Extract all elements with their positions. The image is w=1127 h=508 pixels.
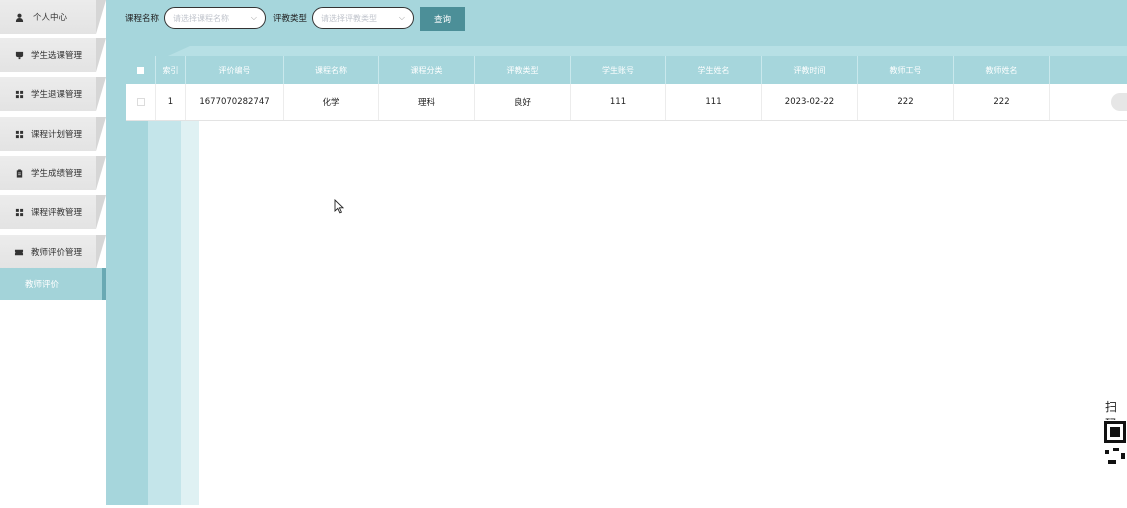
cell-teacher-id: 222 (858, 84, 954, 120)
ticket-icon (14, 247, 24, 257)
cell-student-name: 111 (666, 84, 762, 120)
course-name-label: 课程名称 (125, 14, 160, 24)
course-name-input[interactable] (173, 13, 253, 23)
trophy-icon (14, 50, 24, 60)
sidebar-item-label: 教师评价管理 (31, 248, 83, 258)
sidebar-item-course-selection[interactable]: 学生选课管理 (0, 38, 106, 72)
sidebar-item-course-evaluation[interactable]: 课程评教管理 (0, 195, 106, 229)
chevron-down-icon: ⌵ (398, 13, 405, 22)
sidebar-item-label: 课程计划管理 (31, 130, 83, 140)
sidebar-item-label: 学生选课管理 (31, 51, 83, 61)
table-body-area (199, 120, 1127, 505)
sidebar-item-course-plan[interactable]: 课程计划管理 (0, 117, 106, 151)
col-course-category: 课程分类 (379, 56, 475, 84)
mouse-cursor-icon (334, 198, 345, 217)
table-row[interactable]: 1 1677070282747 化学 理科 良好 111 111 2023-02… (126, 84, 1127, 121)
eval-type-input[interactable] (321, 13, 401, 23)
col-student-name: 学生姓名 (666, 56, 762, 84)
cell-index: 1 (156, 84, 186, 120)
sidebar-item-label: 学生退课管理 (31, 90, 83, 100)
cell-course-category: 理科 (379, 84, 475, 120)
cell-teacher-name: 222 (954, 84, 1050, 120)
cell-eval-id: 1677070282747 (186, 84, 284, 120)
sidebar-subitem-teacher-evaluation[interactable]: 教师评价 (0, 268, 106, 300)
eval-type-select[interactable]: ⌵ (312, 7, 414, 29)
grid-icon (14, 207, 24, 217)
select-all-checkbox[interactable] (126, 56, 156, 84)
sidebar-item-label: 课程评教管理 (31, 208, 83, 218)
sidebar-subitem-label: 教师评价 (25, 280, 60, 290)
sidebar-item-teacher-evaluation[interactable]: 教师评价管理 (0, 235, 106, 269)
cell-eval-type: 良好 (475, 84, 571, 120)
col-eval-id: 评价编号 (186, 56, 284, 84)
sidebar: 个人中心 学生选课管理 学生退课管理 课程计划管理 学生成绩管理 课程评教管理 (0, 0, 108, 505)
col-teacher-id: 教师工号 (858, 56, 954, 84)
grid-icon (14, 129, 24, 139)
table-header: 索引 评价编号 课程名称 课程分类 评教类型 学生账号 学生姓名 评教时间 教师… (126, 56, 1127, 84)
eval-type-label: 评教类型 (273, 14, 308, 24)
cell-course-name: 化学 (284, 84, 379, 120)
col-eval-time: 评教时间 (762, 56, 858, 84)
grid-icon (14, 89, 24, 99)
col-index: 索引 (156, 56, 186, 84)
qr-code-icon (1103, 420, 1127, 505)
clipboard-icon (14, 168, 24, 178)
cell-eval-time: 2023-02-22 (762, 84, 858, 120)
row-checkbox[interactable] (126, 84, 156, 120)
course-name-select[interactable]: ⌵ (164, 7, 266, 29)
panel-header-strip (168, 46, 1127, 56)
sidebar-item-label: 个人中心 (33, 13, 68, 23)
user-icon (14, 12, 24, 22)
row-action-toggle[interactable] (1111, 93, 1127, 111)
cell-student-account: 111 (571, 84, 666, 120)
col-course-name: 课程名称 (284, 56, 379, 84)
chevron-down-icon: ⌵ (250, 13, 257, 22)
sidebar-item-course-drop[interactable]: 学生退课管理 (0, 77, 106, 111)
sidebar-item-label: 学生成绩管理 (31, 169, 83, 179)
sidebar-item-personal-center[interactable]: 个人中心 (0, 0, 106, 34)
col-teacher-name: 教师姓名 (954, 56, 1050, 84)
query-button[interactable]: 查询 (420, 7, 465, 31)
col-eval-type: 评教类型 (475, 56, 571, 84)
col-student-account: 学生账号 (571, 56, 666, 84)
sidebar-item-student-grades[interactable]: 学生成绩管理 (0, 156, 106, 190)
csdn-watermark: CSDN @IT实战课堂小元酱 (869, 478, 1106, 500)
